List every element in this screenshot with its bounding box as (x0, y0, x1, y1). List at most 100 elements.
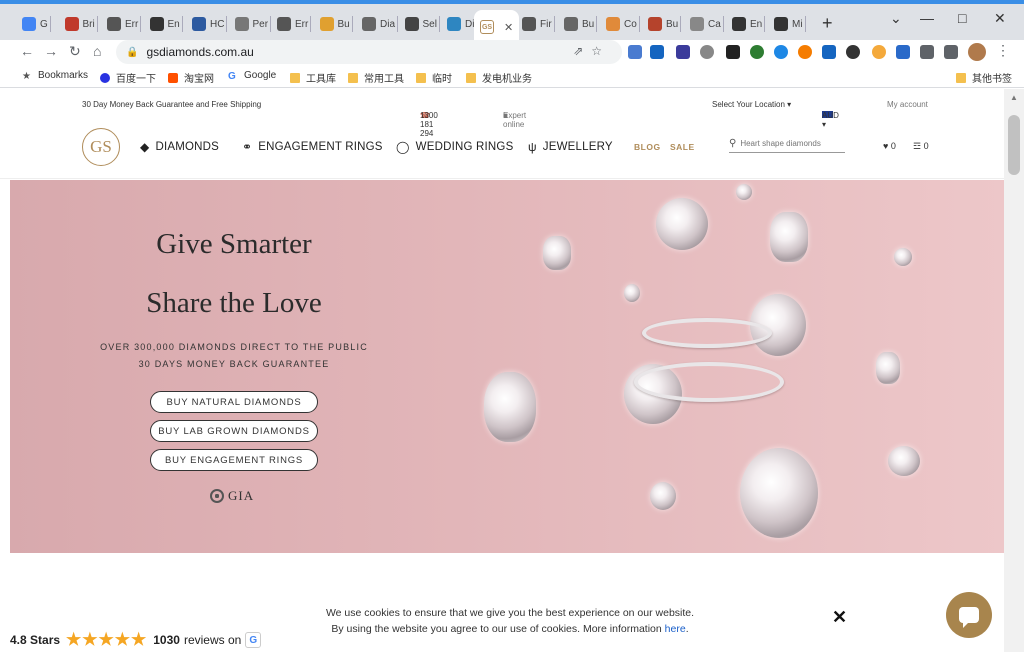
nav-blog[interactable]: BLOG (634, 142, 661, 152)
new-tab-button[interactable]: + (822, 13, 833, 34)
site-topbar: 30 Day Money Back Guarantee and Free Shi… (82, 100, 928, 138)
wishlist-button[interactable]: ♥ 0 (883, 141, 896, 151)
bookmark-item[interactable]: 工具库 (290, 70, 336, 85)
tab-favicon-icon (606, 17, 620, 31)
nav-diamonds[interactable]: ◆ DIAMONDS (140, 140, 219, 154)
google-rating-widget[interactable]: 4.8 Stars ★★★★★ 1030 reviews on G (10, 630, 262, 650)
tab-active[interactable]: GS ✕ (474, 10, 520, 44)
forward-icon[interactable]: → (44, 43, 58, 59)
gs-logo[interactable]: GS (82, 128, 120, 166)
extension-new-icon[interactable] (650, 45, 664, 59)
reload-icon[interactable]: ↻ (69, 43, 81, 60)
minimize-button[interactable]: — (920, 10, 934, 26)
live-chat-button[interactable] (946, 592, 992, 638)
nav-jewellery[interactable]: ψ JEWELLERY (528, 140, 613, 154)
bookmark-item[interactable]: 常用工具 (348, 70, 404, 85)
lock-icon[interactable]: 🔒 (126, 47, 138, 58)
extension-circle-icon[interactable] (700, 45, 714, 59)
extension-dark-icon[interactable] (846, 45, 860, 59)
maximize-button[interactable]: □ (958, 10, 966, 26)
browser-tab[interactable]: En (149, 13, 183, 35)
sidepanel-icon[interactable] (944, 45, 958, 59)
url-text[interactable]: gsdiamonds.com.au (146, 45, 253, 59)
page-scrollbar[interactable]: ▲ (1004, 89, 1024, 652)
browser-tab[interactable]: Bu (564, 13, 598, 35)
tab-separator (270, 16, 272, 32)
extension-counter-icon[interactable] (676, 45, 690, 59)
close-icon[interactable]: ✕ (504, 21, 513, 34)
bookmark-item[interactable]: 百度一下 (100, 70, 156, 85)
search-icon[interactable]: ⚲ (729, 138, 736, 149)
browser-tab[interactable]: Err (107, 13, 142, 35)
profile-avatar[interactable] (968, 43, 986, 61)
scroll-up-icon[interactable]: ▲ (1010, 93, 1018, 102)
search-input[interactable] (740, 139, 841, 148)
tab-separator (397, 16, 399, 32)
tab-separator (638, 16, 640, 32)
nav-sale[interactable]: SALE (670, 142, 695, 152)
extension-translate-icon[interactable] (628, 45, 642, 59)
bookmark-item[interactable]: 临时 (416, 70, 452, 85)
share-star-icons[interactable]: ⇗☆ (573, 44, 610, 58)
browser-tab[interactable]: En (732, 13, 766, 35)
buy-engagement-rings-button[interactable]: BUY ENGAGEMENT RINGS (150, 449, 318, 471)
cart-button[interactable]: ☲ 0 (913, 141, 929, 152)
site-search[interactable]: ⚲ (729, 135, 845, 153)
back-icon[interactable]: ← (20, 43, 34, 59)
browser-tab[interactable]: G (22, 13, 51, 35)
extension-bulb-icon[interactable] (872, 45, 886, 59)
buy-lab-grown-diamonds-button[interactable]: BUY LAB GROWN DIAMONDS (150, 420, 318, 442)
location-select[interactable]: Select Your Location ▾ (712, 100, 791, 109)
extension-blue-icon[interactable] (774, 45, 788, 59)
cookie-info-link[interactable]: here (665, 623, 686, 635)
bookmark-item[interactable]: 淘宝网 (168, 70, 214, 85)
close-cookie-button[interactable]: ✕ (832, 607, 847, 628)
close-window-button[interactable]: ✕ (994, 10, 1006, 27)
browser-tab[interactable]: Dia (362, 13, 399, 35)
nav-wedding-rings[interactable]: ◯ WEDDING RINGS (396, 140, 513, 154)
tab-label: Sel (422, 18, 437, 30)
bookmark-item[interactable]: G Google (228, 70, 276, 82)
tab-favicon-icon (192, 17, 206, 31)
tab-favicon-icon (64, 17, 79, 31)
browser-tab[interactable]: Bu (319, 13, 353, 35)
browser-tab[interactable]: Mi (774, 13, 806, 35)
tab-favicon-icon (22, 17, 36, 31)
browser-tab[interactable]: Co (606, 13, 640, 35)
browser-tab[interactable]: Bri (64, 13, 98, 35)
browser-tab[interactable]: HC (192, 13, 228, 35)
tab-separator (351, 16, 353, 32)
minimize-icon[interactable]: ⌄ (890, 10, 902, 27)
browser-tab[interactable]: Sel (404, 13, 440, 35)
scroll-thumb[interactable] (1008, 115, 1020, 175)
browser-tab[interactable]: Fir (522, 13, 555, 35)
bookmark-item[interactable]: 发电机业务 (466, 70, 532, 85)
address-bar[interactable]: 🔒 gsdiamonds.com.au ⇗☆ (116, 40, 622, 64)
browser-tab[interactable]: Bu (648, 13, 682, 35)
extension-orange-icon[interactable] (798, 45, 812, 59)
extensions-puzzle-icon[interactable] (920, 45, 934, 59)
browser-tab[interactable]: Err (277, 13, 312, 35)
extension-v-icon[interactable] (822, 45, 836, 59)
browser-tab[interactable]: Per (234, 13, 272, 35)
menu-dots-icon[interactable]: ⋮ (996, 42, 1010, 59)
web-page: 30 Day Money Back Guarantee and Free Shi… (0, 89, 1004, 652)
home-icon[interactable]: ⌂ (93, 43, 101, 59)
bookmark-item[interactable]: ★ Bookmarks (22, 70, 88, 82)
tab-separator (49, 16, 51, 32)
diamond-image (650, 482, 676, 510)
tab-separator (310, 16, 312, 32)
browser-tab[interactable]: Ca (690, 13, 724, 35)
extension-b-icon[interactable] (896, 45, 910, 59)
tab-separator (596, 16, 598, 32)
baidu-icon (100, 72, 110, 83)
evernote-icon[interactable] (750, 45, 764, 59)
tab-label: Co (624, 18, 637, 30)
my-account-link[interactable]: My account (887, 100, 928, 109)
nav-engagement-rings[interactable]: ⚭ ENGAGEMENT RINGS (242, 140, 383, 154)
heart-icon: ♥ (883, 141, 891, 151)
other-bookmarks[interactable]: 其他书签 (956, 70, 1012, 85)
buy-natural-diamonds-button[interactable]: BUY NATURAL DIAMONDS (150, 391, 318, 413)
tab-separator (438, 16, 440, 32)
extension-a-icon[interactable] (726, 45, 740, 59)
